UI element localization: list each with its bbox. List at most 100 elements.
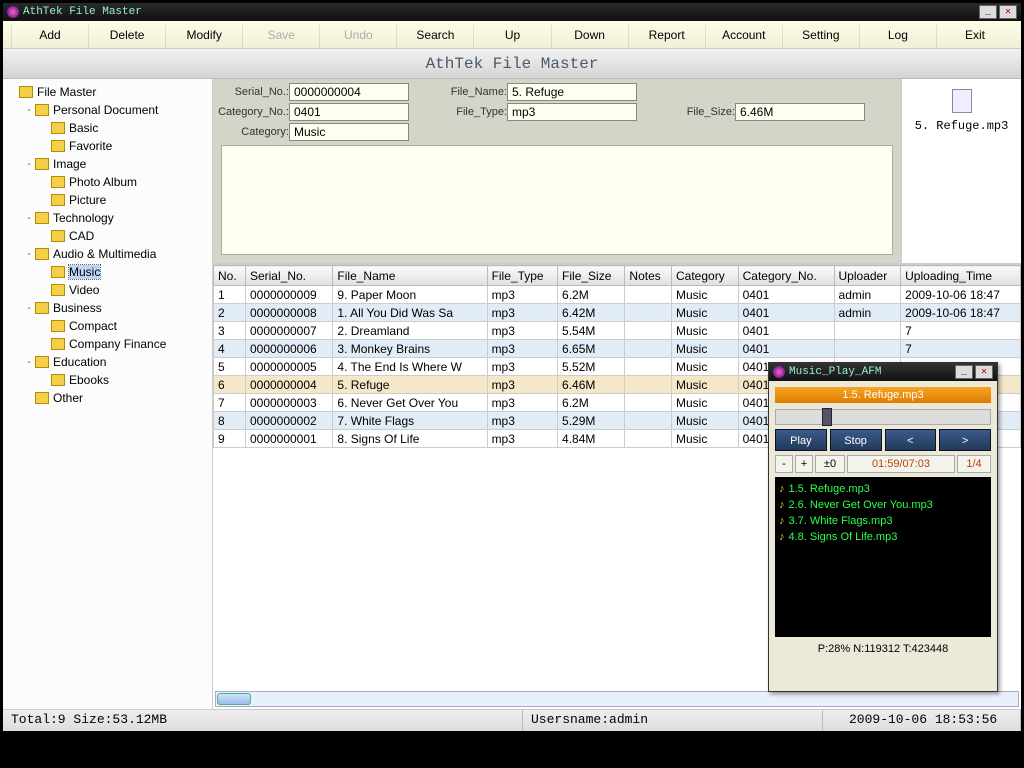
- tree-item-other[interactable]: Other: [7, 389, 208, 407]
- prev-button[interactable]: <: [885, 429, 937, 451]
- tree-item-image[interactable]: -Image: [7, 155, 208, 173]
- player-stats: P:28% N:119312 T:423448: [769, 641, 997, 657]
- field-serial[interactable]: 0000000004: [289, 83, 409, 101]
- preview-pane: 5. Refuge.mp3: [901, 79, 1021, 263]
- tree-item-file-master[interactable]: File Master: [7, 83, 208, 101]
- status-user: Usersname:admin: [523, 710, 823, 731]
- col-uploader[interactable]: Uploader: [834, 266, 901, 286]
- col-uploading-time[interactable]: Uploading_Time: [901, 266, 1021, 286]
- player-time: 01:59/07:03: [847, 455, 955, 473]
- tree-item-company-finance[interactable]: Company Finance: [7, 335, 208, 353]
- toolbar-search-button[interactable]: Search: [396, 25, 473, 48]
- col-no-[interactable]: No.: [214, 266, 246, 286]
- toolbar-log-button[interactable]: Log: [859, 25, 936, 48]
- close-button[interactable]: ✕: [999, 5, 1017, 19]
- folder-tree: File Master-Personal DocumentBasicFavori…: [7, 83, 208, 407]
- playlist-item[interactable]: 2.6. Never Get Over You.mp3: [779, 497, 987, 513]
- play-button[interactable]: Play: [775, 429, 827, 451]
- app-icon: [7, 6, 19, 18]
- vol-reset-button[interactable]: ±0: [815, 455, 845, 473]
- field-filename[interactable]: 5. Refuge: [507, 83, 637, 101]
- table-row[interactable]: 100000000099. Paper Moonmp36.2MMusic0401…: [214, 286, 1021, 304]
- toolbar-report-button[interactable]: Report: [628, 25, 705, 48]
- player-seek-slider[interactable]: [775, 409, 991, 425]
- toolbar: AddDeleteModifySaveUndoSearchUpDownRepor…: [3, 21, 1021, 49]
- col-file-name[interactable]: File_Name: [333, 266, 487, 286]
- horizontal-scrollbar[interactable]: [215, 691, 1019, 707]
- app-title: AthTek File Master: [23, 6, 977, 18]
- col-file-type[interactable]: File_Type: [487, 266, 557, 286]
- tree-item-video[interactable]: Video: [7, 281, 208, 299]
- table-row[interactable]: 300000000072. Dreamlandmp35.54MMusic0401…: [214, 322, 1021, 340]
- tree-item-technology[interactable]: -Technology: [7, 209, 208, 227]
- col-category[interactable]: Category: [672, 266, 739, 286]
- player-index: 1/4: [957, 455, 991, 473]
- col-serial-no-[interactable]: Serial_No.: [245, 266, 332, 286]
- toolbar-exit-button[interactable]: Exit: [936, 25, 1013, 48]
- seek-knob[interactable]: [822, 408, 832, 426]
- preview-filename: 5. Refuge.mp3: [902, 119, 1021, 133]
- next-button[interactable]: >: [939, 429, 991, 451]
- player-minimize-button[interactable]: _: [955, 365, 973, 379]
- tree-item-audio-multimedia[interactable]: -Audio & Multimedia: [7, 245, 208, 263]
- tree-item-picture[interactable]: Picture: [7, 191, 208, 209]
- player-track-name: 1.5. Refuge.mp3: [775, 387, 991, 403]
- col-file-size[interactable]: File_Size: [558, 266, 625, 286]
- label-catno: Category_No.:: [217, 106, 289, 118]
- field-filetype[interactable]: mp3: [507, 103, 637, 121]
- sidebar: File Master-Personal DocumentBasicFavori…: [3, 79, 213, 709]
- minimize-button[interactable]: _: [979, 5, 997, 19]
- header-band: AthTek File Master: [3, 49, 1021, 79]
- player-title: Music_Play_AFM: [789, 366, 953, 378]
- vol-down-button[interactable]: -: [775, 455, 793, 473]
- col-category-no-[interactable]: Category_No.: [738, 266, 834, 286]
- titlebar: AthTek File Master _ ✕: [3, 3, 1021, 21]
- col-notes[interactable]: Notes: [625, 266, 672, 286]
- playlist-item[interactable]: 4.8. Signs Of Life.mp3: [779, 529, 987, 545]
- toolbar-save-button: Save: [242, 25, 319, 48]
- tree-item-photo-album[interactable]: Photo Album: [7, 173, 208, 191]
- player-icon: [773, 366, 785, 378]
- label-serial: Serial_No.:: [217, 86, 289, 98]
- status-bar: Total:9 Size:53.12MB Usersname:admin 200…: [3, 709, 1021, 731]
- toolbar-setting-button[interactable]: Setting: [782, 25, 859, 48]
- details-form: Serial_No.:0000000004 File_Name:5. Refug…: [213, 79, 901, 263]
- status-total: Total:9 Size:53.12MB: [3, 710, 523, 731]
- toolbar-modify-button[interactable]: Modify: [165, 25, 242, 48]
- toolbar-delete-button[interactable]: Delete: [88, 25, 165, 48]
- tree-item-business[interactable]: -Business: [7, 299, 208, 317]
- label-category: Category:: [217, 126, 289, 138]
- tree-item-music[interactable]: Music: [7, 263, 208, 281]
- toolbar-add-button[interactable]: Add: [11, 25, 88, 48]
- tree-item-cad[interactable]: CAD: [7, 227, 208, 245]
- toolbar-undo-button: Undo: [319, 25, 396, 48]
- vol-up-button[interactable]: +: [795, 455, 813, 473]
- toolbar-down-button[interactable]: Down: [551, 25, 628, 48]
- player-playlist: 1.5. Refuge.mp32.6. Never Get Over You.m…: [775, 477, 991, 637]
- tree-item-compact[interactable]: Compact: [7, 317, 208, 335]
- tree-item-ebooks[interactable]: Ebooks: [7, 371, 208, 389]
- stop-button[interactable]: Stop: [830, 429, 882, 451]
- toolbar-up-button[interactable]: Up: [473, 25, 550, 48]
- label-filename: File_Name:: [435, 86, 507, 98]
- music-player-window: Music_Play_AFM _ ✕ 1.5. Refuge.mp3 Play …: [768, 362, 998, 692]
- player-close-button[interactable]: ✕: [975, 365, 993, 379]
- player-titlebar: Music_Play_AFM _ ✕: [769, 363, 997, 381]
- file-icon: [952, 89, 972, 113]
- tree-item-personal-document[interactable]: -Personal Document: [7, 101, 208, 119]
- notes-area[interactable]: [221, 145, 893, 255]
- field-category[interactable]: Music: [289, 123, 409, 141]
- scrollbar-thumb[interactable]: [217, 693, 251, 705]
- tree-item-basic[interactable]: Basic: [7, 119, 208, 137]
- tree-item-education[interactable]: -Education: [7, 353, 208, 371]
- toolbar-account-button[interactable]: Account: [705, 25, 782, 48]
- status-time: 2009-10-06 18:53:56: [841, 710, 1021, 731]
- tree-item-favorite[interactable]: Favorite: [7, 137, 208, 155]
- table-row[interactable]: 400000000063. Monkey Brainsmp36.65MMusic…: [214, 340, 1021, 358]
- playlist-item[interactable]: 3.7. White Flags.mp3: [779, 513, 987, 529]
- label-filesize: File_Size:: [663, 106, 735, 118]
- playlist-item[interactable]: 1.5. Refuge.mp3: [779, 481, 987, 497]
- table-row[interactable]: 200000000081. All You Did Was Samp36.42M…: [214, 304, 1021, 322]
- field-filesize[interactable]: 6.46M: [735, 103, 865, 121]
- field-catno[interactable]: 0401: [289, 103, 409, 121]
